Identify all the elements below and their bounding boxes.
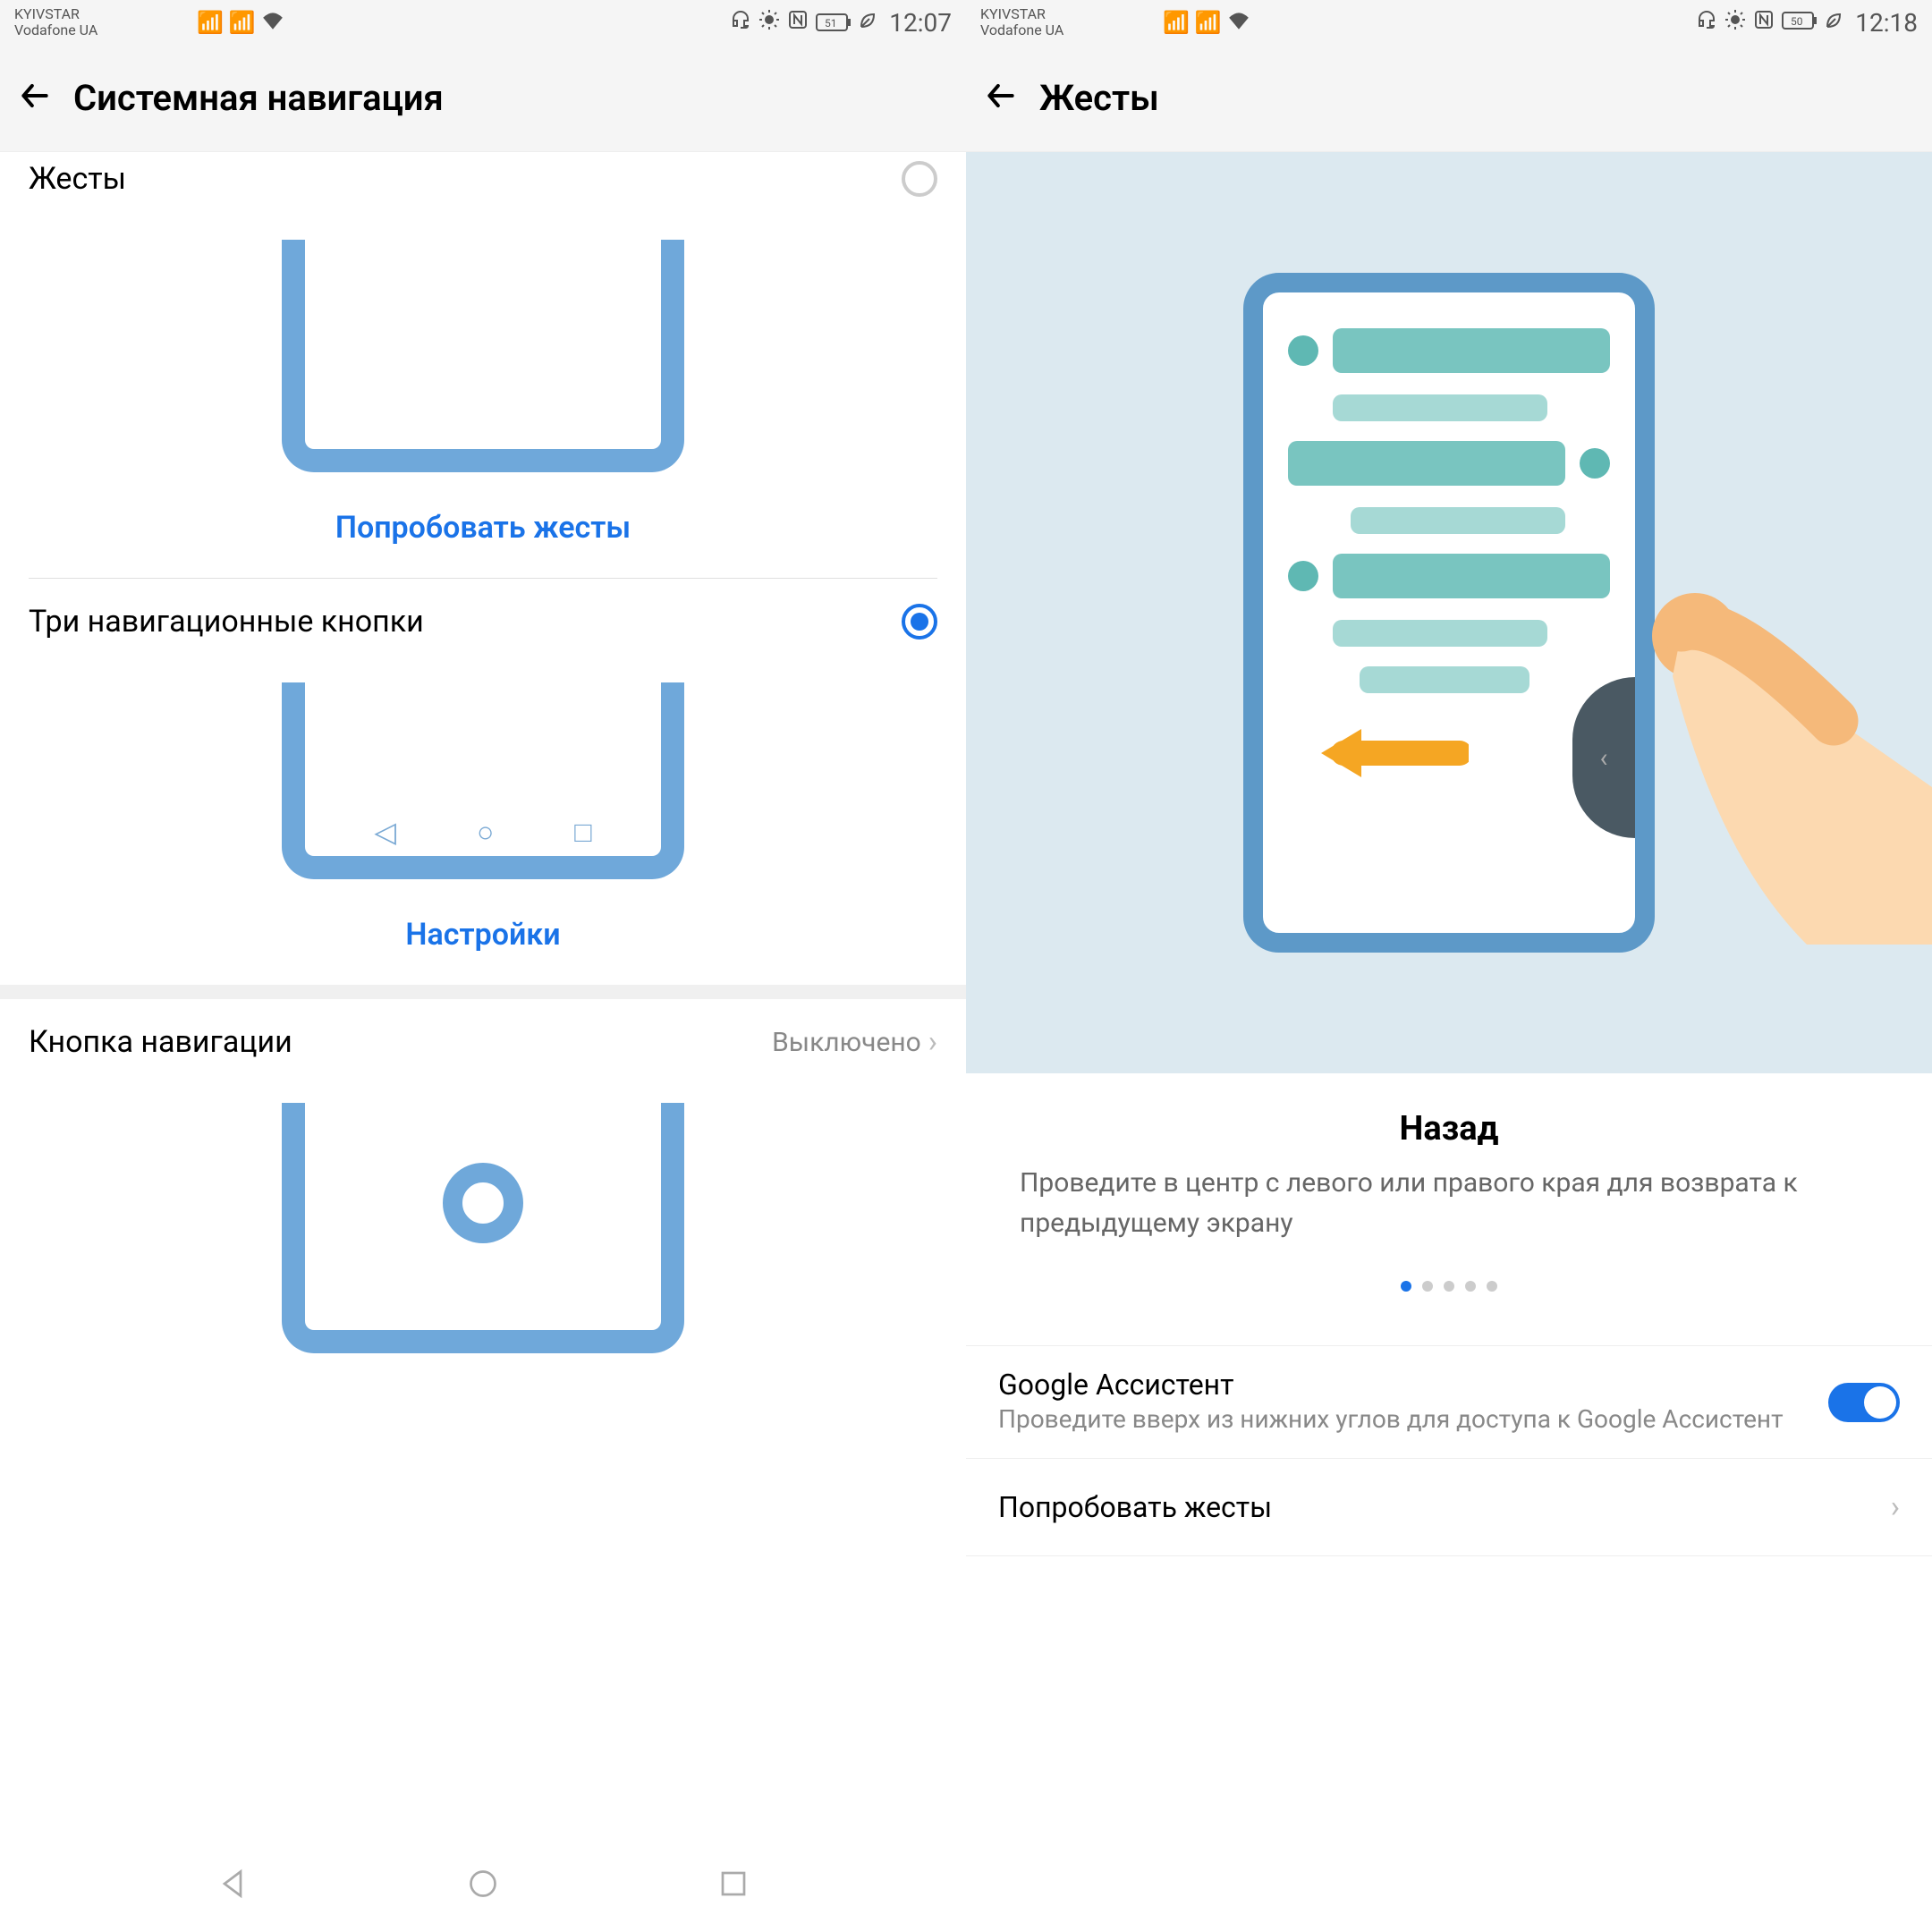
wifi-icon	[261, 10, 284, 35]
leaf-icon	[859, 10, 877, 35]
try-gestures-label: Попробовать жесты	[998, 1490, 1272, 1524]
assistant-title: Google Ассистент	[998, 1368, 1828, 1402]
gesture-illustration: ‹	[966, 152, 1932, 1073]
section-gap	[0, 985, 966, 999]
eye-comfort-icon	[758, 9, 780, 36]
gesture-title: Назад	[1020, 1109, 1878, 1148]
recents-nav-icon: □	[574, 815, 591, 849]
option-three-buttons[interactable]: Три навигационные кнопки	[0, 579, 966, 665]
page-title: Жесты	[1039, 77, 1159, 119]
carrier-1: KYIVSTAR	[14, 6, 97, 22]
back-button[interactable]	[984, 72, 1018, 123]
status-bar: KYIVSTAR Vodafone UA 📶 📶 51	[0, 0, 966, 45]
app-bar: Жесты	[966, 45, 1932, 152]
gestures-preview	[282, 240, 684, 472]
page-title: Системная навигация	[73, 77, 444, 119]
nav-button-preview	[282, 1103, 684, 1353]
hand-illustration	[1628, 587, 1932, 948]
screen-system-navigation: KYIVSTAR Vodafone UA 📶 📶 51	[0, 0, 966, 1932]
carrier-2: Vodafone UA	[980, 22, 1063, 38]
signal-icon-2: 📶	[229, 10, 256, 35]
leaf-icon	[1825, 10, 1843, 35]
arrow-left-icon	[1317, 722, 1469, 788]
chevron-right-icon: ›	[928, 1024, 937, 1060]
three-buttons-preview: ◁ ○ □	[282, 682, 684, 879]
try-gestures-link[interactable]: Попробовать жесты	[0, 481, 966, 578]
assistant-description: Проведите вверх из нижних углов для дост…	[998, 1402, 1828, 1436]
status-time: 12:07	[889, 8, 952, 38]
headset-icon	[730, 9, 751, 36]
edge-swipe-indicator: ‹	[1572, 677, 1635, 838]
pager-dot-5[interactable]	[1487, 1281, 1497, 1292]
single-circle-icon	[443, 1163, 523, 1243]
signal-icon: 📶	[197, 10, 224, 35]
option-gestures-label: Жесты	[29, 161, 126, 197]
carrier-2: Vodafone UA	[14, 22, 97, 38]
headset-icon	[1696, 9, 1717, 36]
battery-icon: 50	[1782, 10, 1818, 35]
option-nav-button-value: Выключено	[772, 1027, 921, 1058]
signal-icon: 📶	[1163, 10, 1190, 35]
home-system-icon[interactable]	[467, 1866, 499, 1910]
settings-link[interactable]: Настройки	[0, 888, 966, 985]
back-nav-icon: ◁	[374, 815, 396, 849]
status-bar: KYIVSTAR Vodafone UA 📶 📶 50	[966, 0, 1932, 45]
nfc-icon	[1753, 9, 1775, 36]
eye-comfort-icon	[1724, 9, 1746, 36]
nfc-icon	[787, 9, 809, 36]
system-navigation-bar	[0, 1843, 966, 1932]
pager-dot-3[interactable]	[1444, 1281, 1454, 1292]
chevron-right-icon: ›	[1891, 1489, 1900, 1525]
app-bar: Системная навигация	[0, 45, 966, 152]
radio-checked-icon[interactable]	[902, 604, 937, 640]
svg-text:50: 50	[1791, 15, 1803, 28]
screen-gestures: KYIVSTAR Vodafone UA 📶 📶 50	[966, 0, 1932, 1932]
signal-icon-2: 📶	[1195, 10, 1222, 35]
recents-system-icon[interactable]	[717, 1866, 750, 1910]
option-gestures[interactable]: Жесты	[0, 152, 966, 222]
try-gestures-row[interactable]: Попробовать жесты ›	[966, 1458, 1932, 1556]
pager-dot-1[interactable]	[1401, 1281, 1411, 1292]
option-three-buttons-label: Три навигационные кнопки	[29, 604, 424, 640]
pager-dot-2[interactable]	[1422, 1281, 1433, 1292]
home-nav-icon: ○	[477, 815, 494, 849]
wifi-icon	[1227, 10, 1250, 35]
status-time: 12:18	[1855, 8, 1918, 38]
pager-dot-4[interactable]	[1465, 1281, 1476, 1292]
battery-icon: 51	[816, 13, 852, 31]
option-nav-button-label: Кнопка навигации	[29, 1024, 292, 1060]
option-nav-button[interactable]: Кнопка навигации Выключено ›	[0, 999, 966, 1085]
svg-text:51: 51	[825, 17, 837, 30]
google-assistant-row: Google Ассистент Проведите вверх из нижн…	[966, 1345, 1932, 1458]
pager-dots[interactable]	[1020, 1281, 1878, 1292]
carrier-1: KYIVSTAR	[980, 6, 1063, 22]
back-system-icon[interactable]	[216, 1866, 249, 1910]
assistant-toggle[interactable]	[1828, 1383, 1900, 1422]
back-button[interactable]	[18, 72, 52, 123]
radio-unchecked-icon[interactable]	[902, 161, 937, 197]
gesture-description: Проведите в центр с левого или правого к…	[1020, 1163, 1878, 1243]
